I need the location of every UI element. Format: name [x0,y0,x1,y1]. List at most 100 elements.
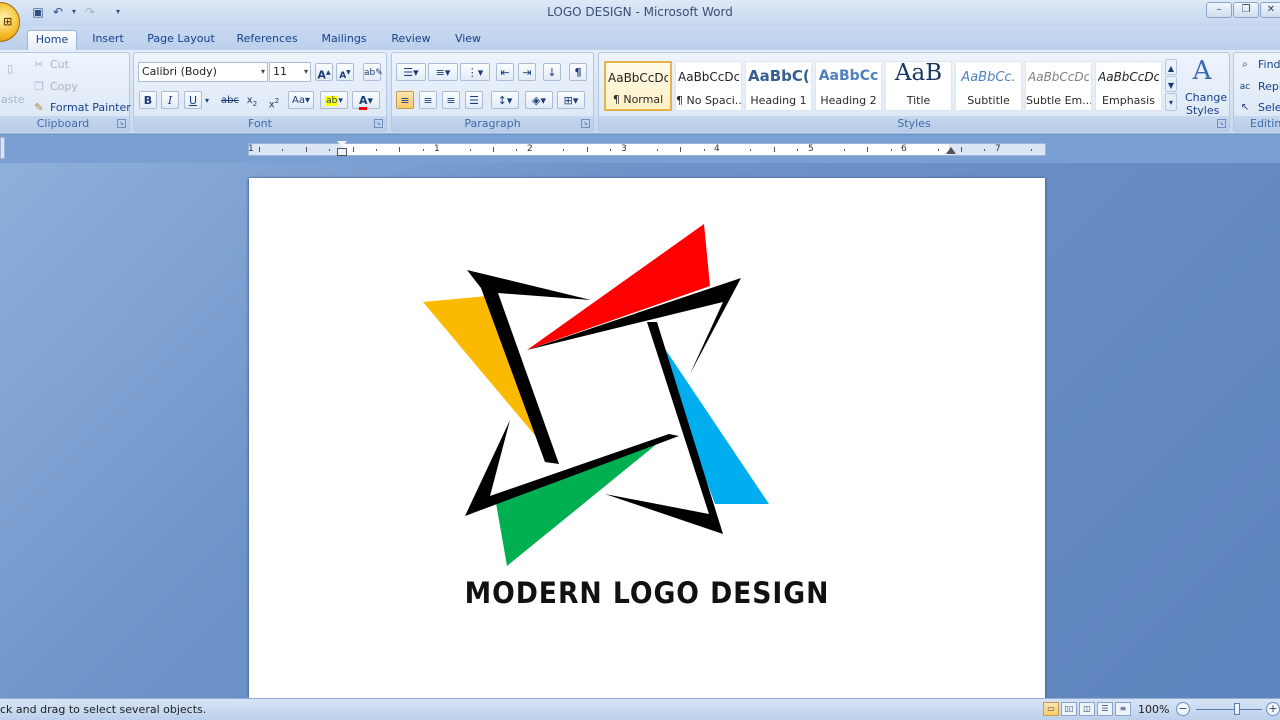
align-right-icon[interactable]: ≡ [442,91,460,109]
ruler-tick [586,147,588,152]
tab-review[interactable]: Review [386,30,436,50]
decrease-indent-icon[interactable]: ⇤ [496,63,514,81]
justify-icon[interactable]: ☰ [465,91,483,109]
cut-icon[interactable]: ✂ [30,55,48,73]
zoom-slider-track[interactable] [1196,709,1262,710]
style-no-spacing[interactable]: AaBbCcDc ¶ No Spaci... [675,61,742,111]
paste-icon[interactable]: ▯ [1,59,19,87]
replace-icon[interactable]: ac [1238,77,1252,95]
full-screen-reading-icon[interactable]: ▯▯ [1061,702,1077,716]
zoom-slider-thumb[interactable] [1234,703,1240,715]
font-name-select[interactable]: Calibri (Body) ▾ [138,62,268,82]
ruler-tick [563,149,565,151]
styles-scroll-up-icon[interactable]: ▲ [1165,59,1177,75]
italic-icon[interactable]: I [161,91,179,109]
format-painter-icon[interactable]: ✎ [30,98,48,116]
style-emphasis[interactable]: AaBbCcDc Emphasis [1095,61,1162,111]
left-indent-marker[interactable] [337,148,347,156]
style-normal[interactable]: AaBbCcDc ¶ Normal [604,61,672,111]
clipboard-launcher-icon[interactable]: ↘ [117,119,126,128]
logo-green-triangle[interactable] [496,434,669,566]
outline-view-icon[interactable]: ☰ [1097,702,1113,716]
change-case-icon[interactable]: Aa▾ [288,91,314,109]
tab-page-layout[interactable]: Page Layout [144,30,218,50]
minimize-button[interactable]: – [1206,2,1232,18]
styles-scroll-down-icon[interactable]: ▼ [1165,76,1177,92]
style-heading-1[interactable]: AaBbC( Heading 1 [745,61,812,111]
bold-icon[interactable]: B [139,91,157,109]
style-name: Heading 2 [820,94,877,107]
shading-icon[interactable]: ◈▾ [525,91,553,109]
style-heading-2[interactable]: AaBbCc Heading 2 [815,61,882,111]
show-formatting-icon[interactable]: ¶ [569,63,587,81]
find-icon[interactable]: ⌕ [1238,55,1252,73]
superscript-icon[interactable]: x2 [265,91,283,110]
styles-launcher-icon[interactable]: ↘ [1217,119,1226,128]
tab-mailings[interactable]: Mailings [314,30,374,50]
styles-more-icon[interactable]: ▾ [1165,93,1177,111]
strikethrough-icon[interactable]: abc [219,91,241,109]
shrink-font-icon[interactable]: A▼ [336,63,354,81]
replace-label[interactable]: Repl [1258,80,1280,93]
style-subtle-emphasis[interactable]: AaBbCcDc Subtle Em... [1025,61,1092,111]
web-layout-icon[interactable]: ◫ [1079,702,1095,716]
tab-insert[interactable]: Insert [86,30,130,50]
underline-dropdown-icon[interactable]: ▾ [203,91,211,109]
ruler-tick [399,147,401,152]
borders-icon[interactable]: ⊞▾ [557,91,585,109]
font-size-select[interactable]: 11 ▾ [269,62,311,82]
copy-icon[interactable]: ❐ [30,77,48,95]
grow-font-icon[interactable]: A▲ [315,63,333,82]
font-color-icon[interactable]: A▾ [352,91,380,110]
close-button[interactable]: ✕ [1260,2,1280,18]
align-center-icon[interactable]: ≡ [419,91,437,109]
highlight-icon[interactable]: ab▾ [320,91,348,109]
tab-view[interactable]: View [448,30,488,50]
zoom-level[interactable]: 100% [1138,703,1169,716]
style-title[interactable]: AaB Title [885,61,952,111]
bullets-icon[interactable]: ☰▾ [396,63,426,81]
subscript-icon[interactable]: x2 [243,91,261,109]
tab-selector[interactable] [0,137,5,159]
select-label[interactable]: Sele [1258,101,1280,114]
sort-icon[interactable]: ↓ [543,63,561,81]
underline-icon[interactable]: U [184,91,202,109]
title-bar: ⊞ ▣ ↶ ▾ ↷ ▾ LOGO DESIGN - Microsoft Word… [0,0,1280,42]
draft-view-icon[interactable]: ≡ [1115,702,1131,716]
logo-red-triangle[interactable] [527,224,710,350]
right-indent-marker[interactable] [946,147,956,154]
tab-home[interactable]: Home [27,30,77,50]
copy-label[interactable]: Copy [50,80,78,93]
clear-formatting-icon[interactable]: ab✎ [363,63,383,81]
numbering-icon[interactable]: ≡▾ [428,63,458,81]
print-layout-view-icon[interactable]: ▭ [1043,702,1059,716]
paragraph-launcher-icon[interactable]: ↘ [581,119,590,128]
style-name: Emphasis [1102,94,1155,107]
logo-caption[interactable]: MODERN LOGO DESIGN [281,576,1013,610]
ruler-tick [422,149,424,151]
change-styles-label[interactable]: Change [1185,91,1227,104]
ruler-tick [1031,149,1033,151]
paste-label[interactable]: aste [1,93,25,106]
first-line-indent-marker[interactable] [337,141,347,147]
style-subtitle[interactable]: AaBbCc. Subtitle [955,61,1022,111]
multilevel-list-icon[interactable]: ⋮▾ [460,63,490,81]
format-painter-label[interactable]: Format Painter [50,101,131,114]
line-spacing-icon[interactable]: ↕▾ [491,91,519,109]
tab-references[interactable]: References [232,30,302,50]
find-label[interactable]: Find [1258,58,1280,71]
zoom-in-icon[interactable]: + [1266,702,1280,716]
restore-button[interactable]: ❐ [1233,2,1259,18]
change-styles-icon[interactable]: A [1187,55,1217,86]
zoom-out-icon[interactable]: − [1176,702,1190,716]
increase-indent-icon[interactable]: ⇥ [518,63,536,81]
horizontal-ruler[interactable]: 1 1 2 3 4 5 6 7 [248,141,1046,156]
style-sample: AaBbCcDc [1028,70,1089,84]
document-page[interactable]: MODERN LOGO DESIGN [249,178,1045,698]
align-left-icon[interactable]: ≡ [396,91,414,109]
font-launcher-icon[interactable]: ↘ [374,119,383,128]
select-icon[interactable]: ↖ [1238,98,1252,116]
cut-label[interactable]: Cut [50,58,69,71]
logo-graphic[interactable] [249,178,1045,698]
ruler-tick [961,147,962,152]
